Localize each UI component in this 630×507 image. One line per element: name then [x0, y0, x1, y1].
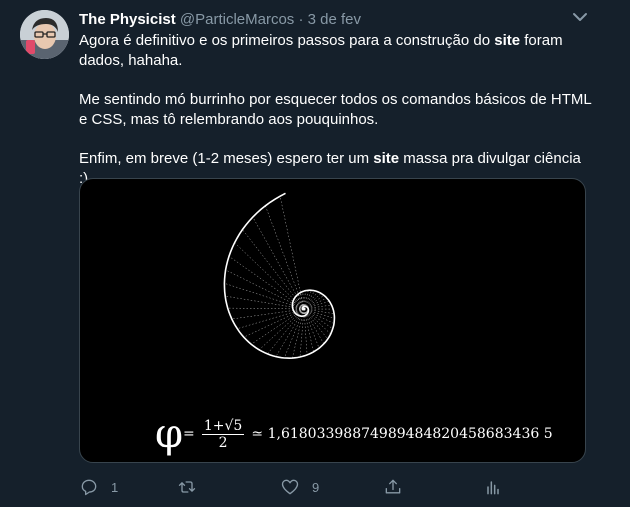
tweet-header: The Physicist @ParticleMarcos · 3 de fev: [79, 10, 361, 30]
phi-symbol: φ: [155, 411, 184, 457]
bold-word-site: site: [373, 150, 400, 167]
separator-dot: ·: [298, 11, 304, 28]
tweet-date[interactable]: 3 de fev: [308, 11, 361, 28]
tweet-paragraph-2: Me sentindo mó burrinho por esquecer tod…: [79, 91, 592, 128]
avatar-photo: [20, 10, 69, 59]
like-count: 9: [312, 479, 320, 495]
display-name[interactable]: The Physicist: [79, 11, 176, 28]
tweet-actions: 1 9: [79, 476, 509, 498]
retweet-button[interactable]: [177, 476, 197, 498]
user-handle[interactable]: @ParticleMarcos: [180, 11, 294, 28]
bold-word-site: site: [494, 32, 521, 49]
fraction: 1+√5 2: [201, 417, 245, 451]
fraction-denominator: 2: [218, 434, 228, 451]
retweet-icon: [178, 481, 196, 493]
media-image[interactable]: φ= 1+√5 2 ≃ 1,61803398874989484820458683…: [79, 178, 586, 463]
tweet-paragraph-1: Agora é definitivo e os primeiros passos…: [79, 32, 563, 69]
like-button[interactable]: 9: [280, 476, 319, 498]
golden-ratio-value: ≃ 1,61803398874989484820458683436 5: [251, 426, 553, 442]
avatar[interactable]: [20, 10, 69, 59]
chevron-down-icon[interactable]: [571, 8, 589, 26]
golden-ratio-formula: φ= 1+√5 2 ≃ 1,61803398874989484820458683…: [155, 411, 553, 457]
reply-icon: [81, 479, 97, 496]
reply-button[interactable]: 1: [79, 476, 118, 498]
analytics-button[interactable]: [483, 476, 503, 498]
heart-icon: [281, 479, 299, 495]
share-button[interactable]: [383, 476, 403, 498]
share-icon: [385, 479, 401, 494]
fraction-numerator: 1+√5: [201, 417, 245, 435]
tweet[interactable]: The Physicist @ParticleMarcos · 3 de fev…: [0, 0, 630, 507]
analytics-icon: [487, 481, 499, 495]
reply-count: 1: [111, 479, 119, 495]
